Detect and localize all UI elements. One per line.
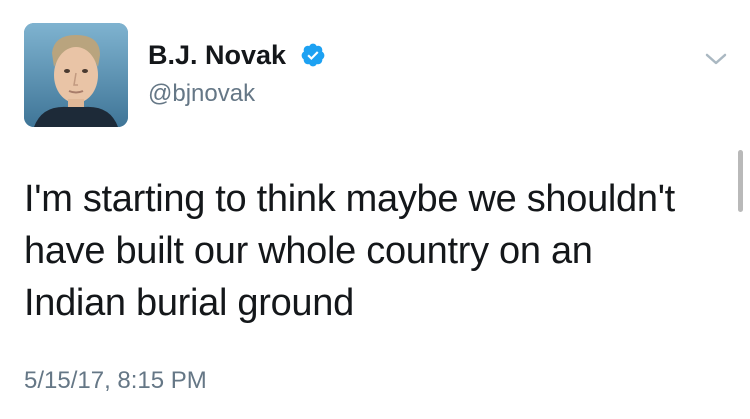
scrollbar[interactable] [738, 150, 743, 212]
chevron-down-icon[interactable] [702, 48, 730, 70]
tweet-timestamp[interactable]: 5/15/17, 8:15 PM [24, 367, 207, 395]
tweet-text: I'm starting to think maybe we shouldn't… [24, 173, 729, 329]
user-handle[interactable]: @bjnovak [148, 80, 255, 108]
tweet-text-line: I'm starting to think maybe we shouldn't [24, 178, 675, 220]
tweet-text-line: Indian burial ground [24, 282, 354, 324]
tweet-text-line: have built our whole country on an [24, 230, 593, 272]
tweet-card: B.J. Novak @bjnovak I'm starting to thin… [0, 0, 750, 419]
avatar[interactable] [24, 23, 128, 127]
verified-badge-icon [301, 43, 325, 67]
display-name[interactable]: B.J. Novak [148, 40, 286, 71]
